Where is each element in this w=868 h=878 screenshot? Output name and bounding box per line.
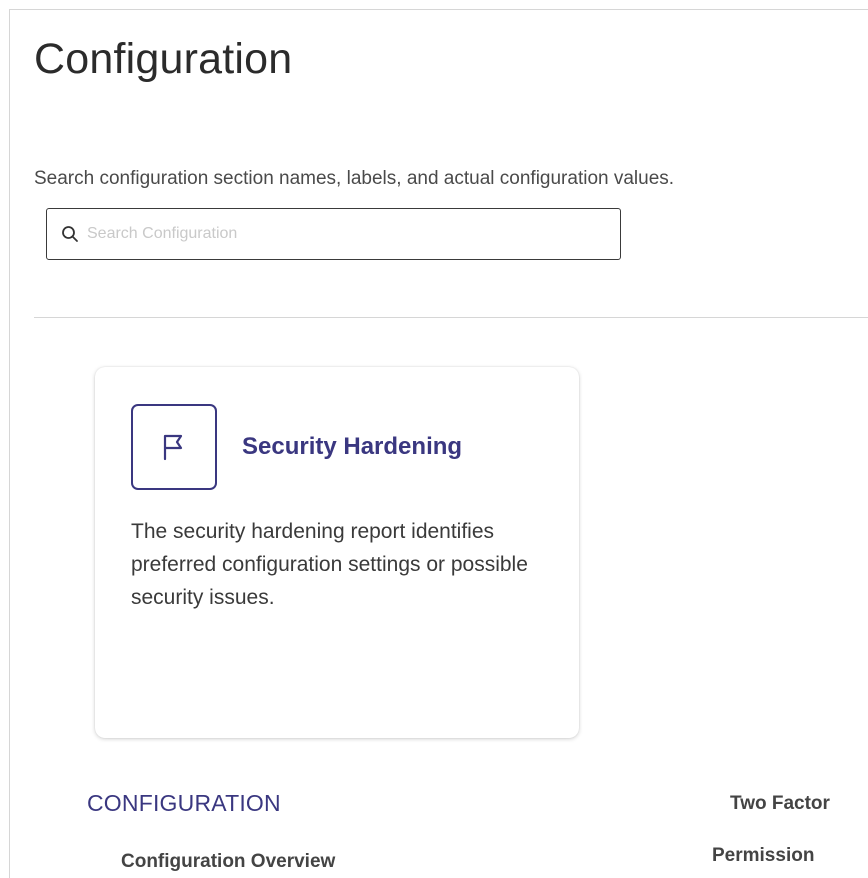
flag-icon (131, 404, 217, 490)
configuration-overview-link[interactable]: Configuration Overview (121, 851, 335, 873)
search-box[interactable] (46, 208, 621, 260)
configuration-section-heading: CONFIGURATION (87, 790, 281, 816)
card-description: The security hardening report identifies… (131, 520, 528, 609)
page-title: Configuration (34, 35, 293, 83)
search-icon (59, 223, 81, 245)
security-hardening-card[interactable]: Security Hardening The security hardenin… (95, 367, 579, 738)
card-title: Security Hardening (242, 433, 463, 460)
two-factor-link[interactable]: Two Factor (730, 793, 830, 815)
search-input[interactable] (87, 209, 620, 259)
permission-link[interactable]: Permission (712, 845, 814, 867)
section-divider (34, 317, 868, 318)
search-help-text: Search configuration section names, labe… (34, 168, 675, 189)
